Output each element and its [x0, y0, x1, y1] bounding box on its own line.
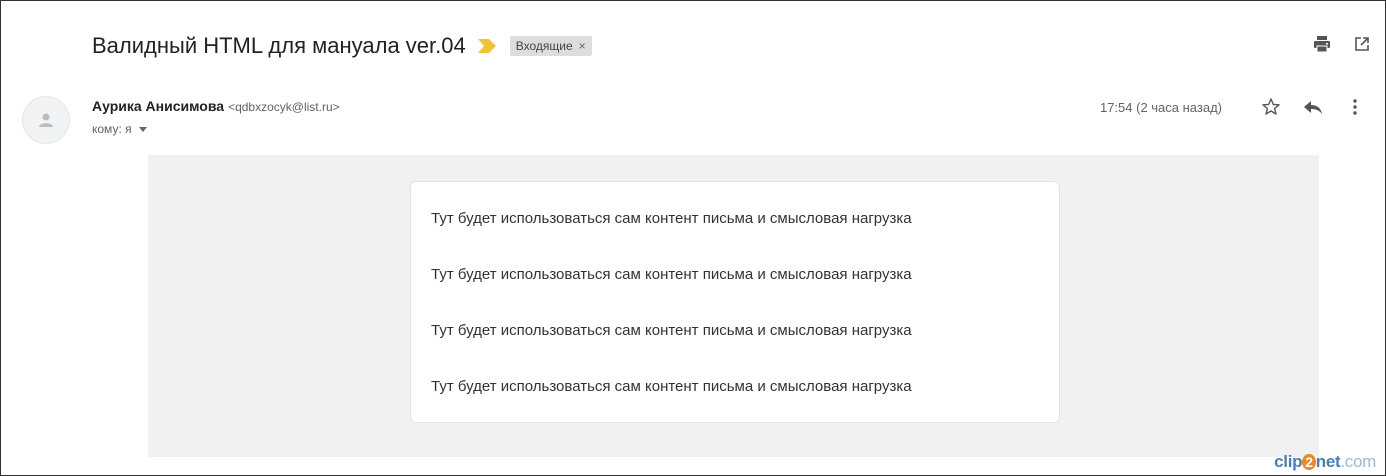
- star-icon[interactable]: [1260, 96, 1282, 118]
- clip2net-watermark-logo: clip 2 net.com: [1274, 452, 1376, 471]
- print-icon[interactable]: [1312, 34, 1332, 54]
- message-line: Тут будет использоваться сам контент пис…: [431, 210, 912, 227]
- top-actions: [1312, 34, 1372, 54]
- timestamp: 17:54 (2 часа назад): [1099, 99, 1222, 115]
- sender-block: Аурика Анисимова <qdbxzocyk@list.ru> ком…: [92, 98, 340, 136]
- email-subject: Валидный HTML для мануала ver.04: [92, 33, 466, 58]
- reply-icon[interactable]: [1302, 96, 1324, 118]
- chevron-down-icon[interactable]: [138, 127, 147, 132]
- open-in-new-window-icon[interactable]: [1352, 34, 1372, 54]
- message-meta: 17:54 (2 часа назад): [1100, 94, 1366, 120]
- message-line: Тут будет использоваться сам контент пис…: [431, 322, 912, 339]
- label-chip-text: Входящие: [515, 39, 573, 53]
- message-line: Тут будет использоваться сам контент пис…: [431, 378, 912, 395]
- message-line: Тут будет использоваться сам контент пис…: [431, 266, 912, 283]
- importance-marker-icon[interactable]: [477, 39, 496, 53]
- avatar[interactable]: [22, 96, 70, 144]
- sender-email: <qdbxzocyk@list.ru>: [228, 100, 340, 114]
- recipient-label: кому: я: [92, 122, 132, 136]
- label-chip-inbox: Входящие ×: [509, 36, 592, 56]
- sender-name[interactable]: Аурика Анисимова: [92, 98, 224, 114]
- remove-label-button[interactable]: ×: [579, 39, 586, 53]
- subject-row: Валидный HTML для мануала ver.04 Входящи…: [92, 28, 592, 64]
- more-vert-icon[interactable]: [1344, 96, 1366, 118]
- recipient-details-toggle[interactable]: кому: я: [92, 122, 340, 136]
- person-icon: [39, 113, 53, 127]
- message-content-card: Тут будет использоваться сам контент пис…: [410, 181, 1060, 423]
